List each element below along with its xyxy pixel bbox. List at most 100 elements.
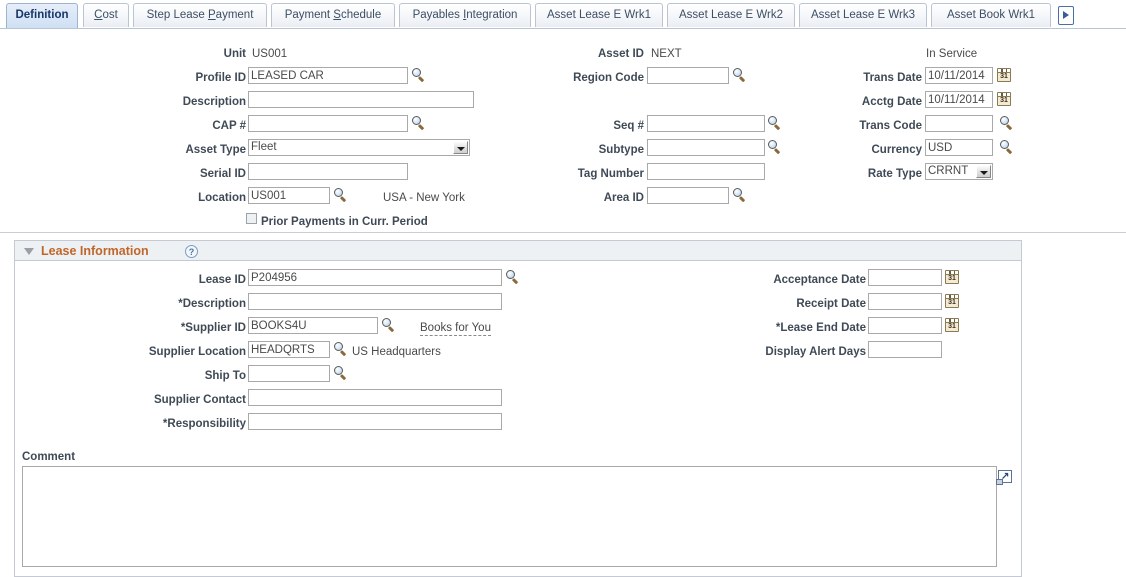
lease-description-label: *Description bbox=[100, 296, 246, 312]
lease-information-title: Lease Information bbox=[41, 244, 149, 258]
supplier-contact-input[interactable] bbox=[248, 389, 502, 406]
tab-label: Asset Lease E Wrk3 bbox=[811, 9, 915, 21]
serial-id-label: Serial ID bbox=[120, 166, 246, 182]
supplier-contact-label: Supplier Contact bbox=[100, 392, 246, 408]
serial-id-input[interactable] bbox=[248, 163, 408, 180]
cap-number-label: CAP # bbox=[120, 118, 246, 134]
supplier-id-input[interactable] bbox=[248, 317, 378, 334]
region-code-lookup-icon[interactable] bbox=[733, 68, 748, 83]
tab-label: Payables Integration bbox=[413, 9, 518, 21]
region-code-label: Region Code bbox=[520, 70, 644, 86]
area-id-input[interactable] bbox=[647, 187, 729, 204]
responsibility-input[interactable] bbox=[248, 413, 502, 430]
tab-asset-book-wrk1[interactable]: Asset Book Wrk1 bbox=[931, 3, 1051, 27]
lease-id-lookup-icon[interactable] bbox=[506, 270, 521, 285]
trans-date-label: Trans Date bbox=[800, 70, 922, 86]
supplier-location-description: US Headquarters bbox=[352, 344, 441, 360]
help-icon[interactable]: ? bbox=[185, 245, 198, 258]
location-lookup-icon[interactable] bbox=[334, 188, 349, 203]
subtype-input[interactable] bbox=[647, 139, 765, 156]
profile-id-input[interactable] bbox=[248, 67, 408, 84]
supplier-name-link[interactable]: Books for You bbox=[420, 321, 491, 336]
tab-bar: Definition Cost Step Lease Payment Payme… bbox=[0, 0, 1126, 29]
profile-id-lookup-icon[interactable] bbox=[412, 68, 427, 83]
expand-textarea-icon[interactable]: ↗ bbox=[998, 470, 1012, 483]
tab-label: Asset Lease E Wrk1 bbox=[547, 9, 651, 21]
acctg-date-calendar-icon[interactable]: 31 bbox=[997, 92, 1011, 106]
acceptance-date-calendar-icon[interactable]: 31 bbox=[945, 270, 959, 284]
display-alert-days-input[interactable] bbox=[868, 341, 942, 358]
collapse-triangle-icon[interactable] bbox=[24, 248, 34, 255]
tab-asset-lease-e-wrk2[interactable]: Asset Lease E Wrk2 bbox=[667, 3, 795, 27]
ship-to-label: Ship To bbox=[100, 368, 246, 384]
next-arrow-icon[interactable] bbox=[1058, 6, 1074, 25]
area-id-lookup-icon[interactable] bbox=[733, 188, 748, 203]
asset-type-select[interactable]: Fleet bbox=[248, 139, 470, 156]
tab-definition[interactable]: Definition bbox=[6, 3, 78, 28]
trans-date-input[interactable] bbox=[925, 67, 993, 84]
area-id-label: Area ID bbox=[520, 190, 644, 206]
asset-type-label: Asset Type bbox=[120, 142, 246, 158]
tab-payment-schedule[interactable]: Payment Schedule bbox=[271, 3, 395, 27]
tab-asset-lease-e-wrk3[interactable]: Asset Lease E Wrk3 bbox=[799, 3, 927, 27]
lease-id-input[interactable] bbox=[248, 269, 502, 286]
acctg-date-input[interactable] bbox=[925, 91, 993, 108]
asset-id-value: NEXT bbox=[651, 46, 682, 62]
subtype-label: Subtype bbox=[520, 142, 644, 158]
acceptance-date-input[interactable] bbox=[868, 269, 942, 286]
supplier-location-lookup-icon[interactable] bbox=[334, 342, 349, 357]
prior-payments-checkbox[interactable] bbox=[246, 213, 257, 224]
chevron-down-icon[interactable] bbox=[976, 165, 991, 178]
tab-label: Definition bbox=[15, 9, 68, 21]
lease-information-section-header[interactable]: Lease Information ? bbox=[14, 240, 1022, 261]
seq-number-lookup-icon[interactable] bbox=[768, 116, 783, 131]
trans-date-calendar-icon[interactable]: 31 bbox=[997, 68, 1011, 82]
unit-value: US001 bbox=[252, 46, 287, 62]
tab-label: Asset Book Wrk1 bbox=[947, 9, 1035, 21]
description-label: Description bbox=[120, 94, 246, 110]
lease-description-input[interactable] bbox=[248, 293, 502, 310]
ship-to-input[interactable] bbox=[248, 365, 330, 382]
trans-code-input[interactable] bbox=[925, 115, 993, 132]
lease-end-date-calendar-icon[interactable]: 31 bbox=[945, 318, 959, 332]
currency-input[interactable] bbox=[925, 139, 993, 156]
lease-id-label: Lease ID bbox=[100, 272, 246, 288]
cap-number-input[interactable] bbox=[248, 115, 408, 132]
location-description: USA - New York bbox=[383, 190, 465, 206]
receipt-date-input[interactable] bbox=[868, 293, 942, 310]
cap-number-lookup-icon[interactable] bbox=[412, 116, 427, 131]
tab-payables-integration[interactable]: Payables Integration bbox=[399, 3, 531, 27]
ship-to-lookup-icon[interactable] bbox=[334, 366, 349, 381]
receipt-date-calendar-icon[interactable]: 31 bbox=[945, 294, 959, 308]
tag-number-input[interactable] bbox=[647, 163, 765, 180]
asset-type-selected-value: Fleet bbox=[251, 141, 277, 153]
chevron-down-icon[interactable] bbox=[453, 141, 468, 154]
seq-number-input[interactable] bbox=[647, 115, 765, 132]
trans-code-lookup-icon[interactable] bbox=[1000, 116, 1015, 131]
acctg-date-label: Acctg Date bbox=[800, 94, 922, 110]
tab-cost[interactable]: Cost bbox=[83, 3, 129, 27]
tab-asset-lease-e-wrk1[interactable]: Asset Lease E Wrk1 bbox=[535, 3, 663, 27]
responsibility-label: *Responsibility bbox=[100, 416, 246, 432]
asset-id-label: Asset ID bbox=[520, 46, 644, 62]
tab-label: Asset Lease E Wrk2 bbox=[679, 9, 783, 21]
comment-textarea[interactable] bbox=[22, 466, 997, 567]
seq-number-label: Seq # bbox=[520, 118, 644, 134]
currency-lookup-icon[interactable] bbox=[1000, 140, 1015, 155]
display-alert-days-label: Display Alert Days bbox=[720, 344, 866, 360]
location-input[interactable] bbox=[248, 187, 330, 204]
section-divider bbox=[0, 232, 1126, 233]
supplier-location-label: Supplier Location bbox=[100, 344, 246, 360]
lease-end-date-input[interactable] bbox=[868, 317, 942, 334]
tab-label: Cost bbox=[94, 9, 118, 21]
comment-label: Comment bbox=[22, 451, 75, 463]
lease-end-date-label: *Lease End Date bbox=[720, 320, 866, 336]
supplier-location-input[interactable] bbox=[248, 341, 330, 358]
rate-type-select[interactable]: CRRNT bbox=[925, 163, 993, 180]
tab-step-lease-payment[interactable]: Step Lease Payment bbox=[133, 3, 267, 27]
description-input[interactable] bbox=[248, 91, 474, 108]
subtype-lookup-icon[interactable] bbox=[768, 140, 783, 155]
region-code-input[interactable] bbox=[647, 67, 729, 84]
supplier-id-lookup-icon[interactable] bbox=[382, 318, 397, 333]
rate-type-label: Rate Type bbox=[800, 166, 922, 182]
